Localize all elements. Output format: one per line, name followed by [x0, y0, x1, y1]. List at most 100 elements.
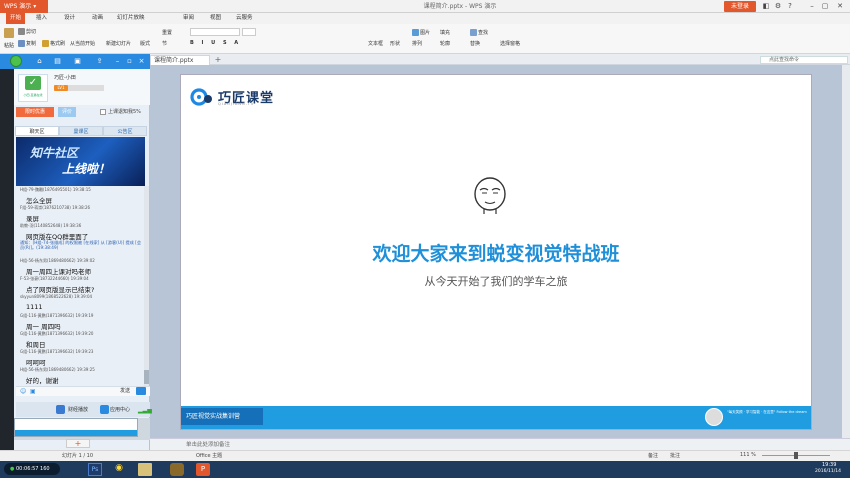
finance-broadcast-button[interactable]: 财经播放 — [68, 406, 88, 413]
find-icon — [470, 29, 477, 36]
app-menu-button[interactable]: WPS 演示 ▾ — [0, 0, 48, 13]
play-from-current-button[interactable]: 从当前开始 — [70, 40, 95, 47]
menu-home[interactable]: 开始 — [6, 13, 26, 24]
tab-chat[interactable]: 聊天区 — [15, 126, 59, 136]
comment-toggle[interactable]: 批注 — [670, 452, 680, 459]
folder-icon[interactable] — [138, 463, 152, 476]
menu-animation[interactable]: 动画 — [92, 13, 103, 24]
chat-meta: G组-116-黄鹏(1871396632) 19:39:20 — [20, 331, 94, 336]
copy-icon — [18, 40, 25, 47]
wps-presentation-icon[interactable]: P — [196, 463, 210, 476]
slide-title: 欢迎大家来到蜕变视觉特战班 — [372, 243, 620, 265]
slide-footer-quote: "每天笑颜 · 学习智能 · 在这里" Follow the dream — [727, 410, 807, 414]
banner-text-2: 上线啦！ — [62, 162, 111, 176]
promo-button[interactable]: 限时优惠 — [16, 107, 54, 117]
menu-review[interactable]: 审阅 — [183, 13, 194, 24]
slide-logo-subtext: QIAOJIANG.TV — [218, 102, 255, 106]
chat-list: H组-79-魏雕(1876495501) 19:38:15 怎么全屏 F组-59… — [16, 186, 143, 386]
find-button[interactable]: 查找 — [470, 29, 488, 36]
fill-button[interactable]: 填充 — [440, 29, 450, 36]
exit-notify-checkbox[interactable] — [100, 109, 106, 115]
menu-slideshow[interactable]: 幻灯片放映 — [117, 13, 145, 24]
add-slide-button[interactable]: + — [66, 439, 90, 448]
reset-button[interactable]: 重置 — [162, 29, 172, 36]
send-button[interactable]: 发送 — [120, 387, 130, 394]
brush-icon — [42, 40, 49, 47]
chat-text: 怎么全屏 — [26, 197, 52, 205]
outline-button[interactable]: 轮廓 — [440, 40, 450, 47]
paste-button[interactable] — [4, 28, 15, 38]
scissors-icon — [18, 28, 25, 35]
document-tab[interactable]: 课程简介.pptx — [150, 55, 210, 65]
chat-scrollbar[interactable] — [144, 186, 149, 386]
menu-view[interactable]: 视图 — [210, 13, 221, 24]
clock-date: 2016/11/14 — [815, 469, 841, 474]
evaluate-button[interactable]: 评价 — [58, 107, 76, 117]
zoom-slider-handle[interactable] — [794, 452, 798, 459]
zoom-level[interactable]: 111 % — [740, 452, 756, 458]
picture-button[interactable]: 图片 — [412, 29, 430, 36]
format-painter-button[interactable]: 格式刷 — [42, 40, 65, 47]
tab-course[interactable]: 曼课区 — [59, 126, 103, 136]
chat-meta: 助教-羽(1140852648) 19:38:36 — [20, 223, 82, 228]
theme-name: Office 主题 — [196, 453, 223, 459]
photoshop-icon[interactable]: Ps — [88, 463, 102, 476]
help-icon[interactable]: ? — [784, 0, 796, 13]
new-slide-button[interactable]: 新建幻灯片 — [106, 40, 131, 47]
section-button[interactable]: 节 — [162, 40, 167, 47]
textbox-button[interactable]: 文本框 — [368, 40, 383, 47]
app-name: WPS 演示 — [4, 3, 32, 10]
font-size-select[interactable] — [242, 28, 256, 36]
panel-restore-icon[interactable]: ▫ — [124, 57, 135, 66]
skin-icon[interactable]: ◧ — [760, 0, 772, 13]
tab-notice[interactable]: 公告区 — [103, 126, 147, 136]
panel-minimize-icon[interactable]: – — [112, 57, 123, 66]
emoji-icon[interactable]: ☺ — [20, 388, 26, 395]
slide-subtitle: 从今天开始了我们的学车之旅 — [424, 275, 568, 288]
meme-face-icon — [474, 177, 506, 214]
image-icon[interactable]: ▣ — [30, 388, 36, 395]
doc-icon[interactable]: ▤ — [52, 57, 63, 66]
cut-button[interactable]: 剪切 — [18, 28, 36, 35]
login-button[interactable]: 未登录 — [724, 1, 756, 12]
vertical-scrollbar[interactable] — [842, 65, 850, 438]
home-icon[interactable]: ⌂ — [34, 57, 45, 66]
chat-scroll-thumb[interactable] — [144, 370, 149, 384]
send-options-icon[interactable] — [136, 387, 146, 395]
command-search-input[interactable]: 点此查找命令 — [760, 56, 848, 64]
notes-input[interactable]: 单击此处添加备注 — [150, 438, 850, 450]
layout-button[interactable]: 版式 — [140, 40, 150, 47]
shape-button[interactable]: 形状 — [390, 40, 400, 47]
chat-text: 好的，谢谢 — [26, 377, 59, 385]
level-progress-bar — [68, 85, 104, 91]
user-level-badge: LV1 — [54, 85, 68, 91]
app-cat-icon[interactable] — [170, 463, 184, 476]
qq-icon[interactable]: ◉ — [112, 463, 126, 476]
maximize-icon[interactable]: ▢ — [819, 0, 831, 13]
menu-insert[interactable]: 插入 — [36, 13, 47, 24]
avatar-caption: 小田-直播在线 — [23, 93, 43, 97]
chat-meta: H组-79-魏雕(1876495501) 19:38:15 — [20, 187, 91, 192]
font-name-select[interactable] — [190, 28, 240, 36]
app-center-button[interactable]: 应用中心 — [110, 406, 130, 413]
selection-pane-button[interactable]: 选择窗格 — [500, 40, 520, 47]
arrange-button[interactable]: 排列 — [412, 40, 422, 47]
chat-meta: H组-56-杨东男(1869480662) 19:39:25 — [20, 367, 95, 372]
screen-icon[interactable]: ▣ — [72, 57, 83, 66]
minimize-icon[interactable]: – — [806, 0, 818, 13]
chat-text: 呵呵呵 — [26, 359, 46, 367]
menu-cloud[interactable]: 云服务 — [236, 13, 253, 24]
notes-toggle[interactable]: 备注 — [648, 452, 658, 459]
copy-button[interactable]: 复制 — [18, 40, 36, 47]
recording-widget[interactable]: ● 00:06:57 160 — [4, 463, 60, 475]
settings-icon[interactable]: ⚙ — [772, 0, 784, 13]
font-style-buttons[interactable]: B I U S A — [190, 40, 241, 46]
close-icon[interactable]: ✕ — [834, 0, 846, 13]
paste-icon — [4, 28, 14, 38]
panel-close-icon[interactable]: × — [136, 57, 147, 66]
status-dot-icon[interactable] — [10, 55, 22, 67]
upload-icon[interactable]: ⇪ — [94, 57, 105, 66]
menu-design[interactable]: 设计 — [64, 13, 75, 24]
replace-button[interactable]: 替换 — [470, 40, 480, 47]
new-tab-icon[interactable]: + — [213, 55, 223, 65]
